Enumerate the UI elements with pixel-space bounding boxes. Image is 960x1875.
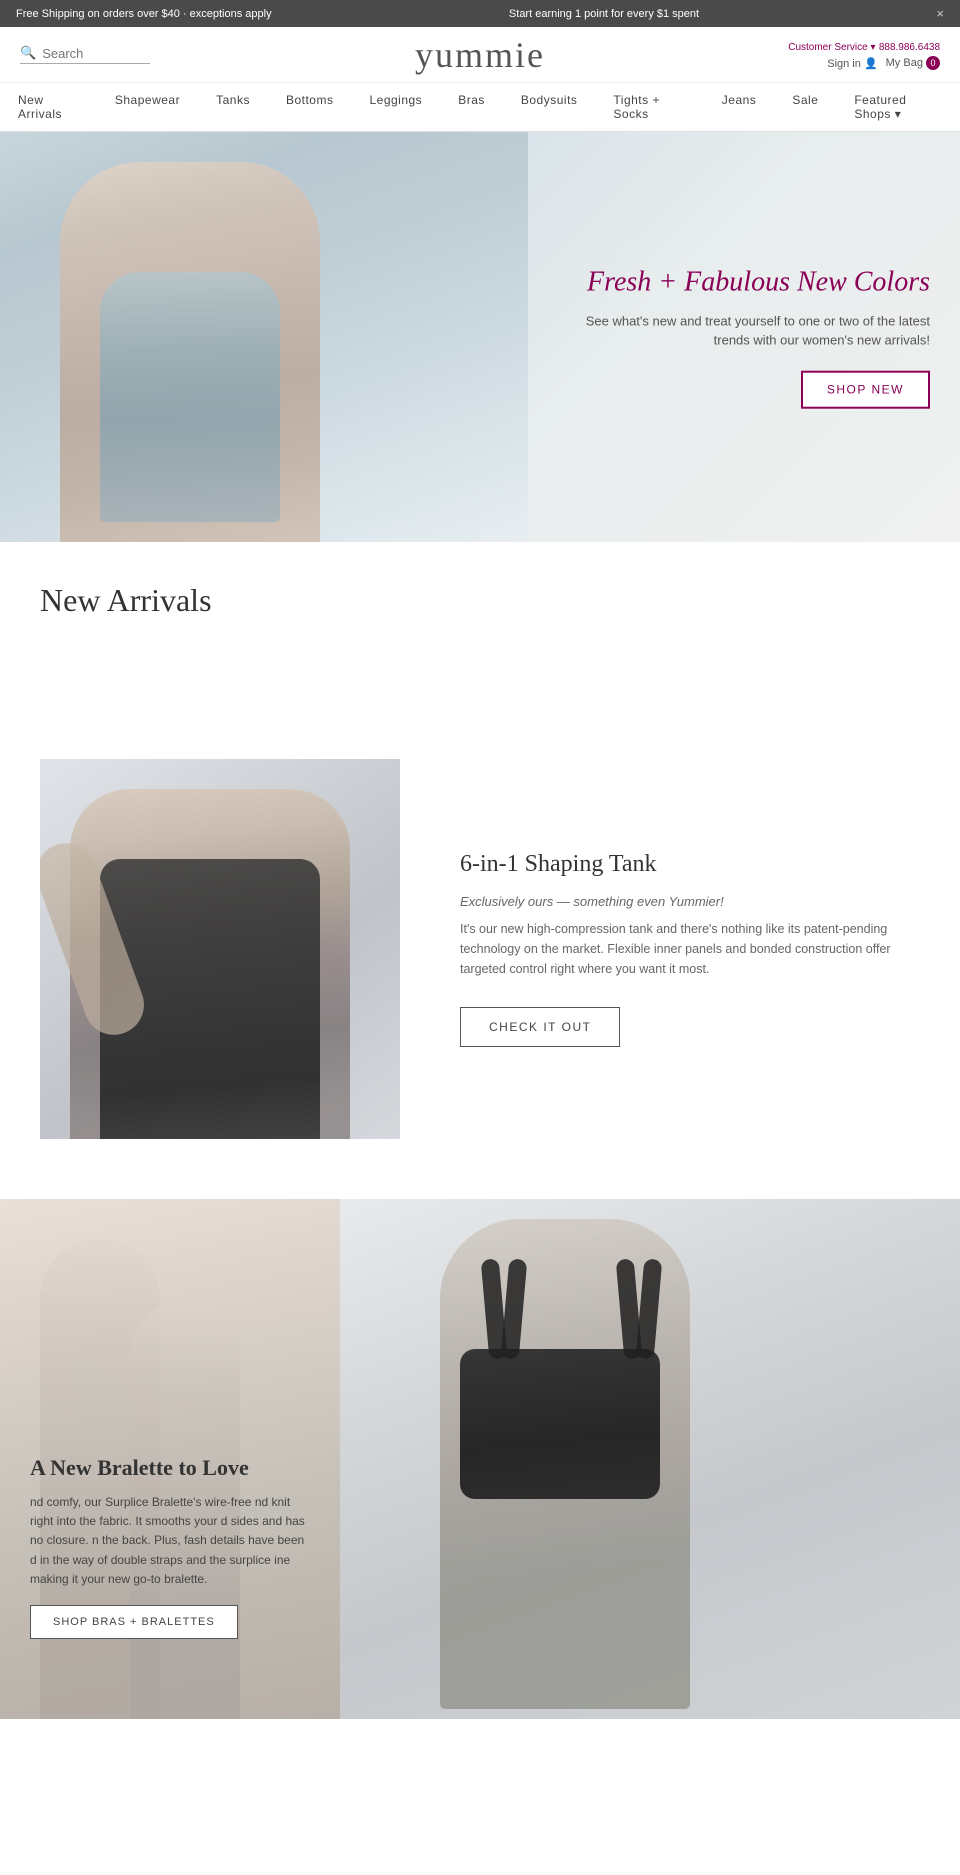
- bralette-left-image: A New Bralette to Love nd comfy, our Sur…: [0, 1199, 340, 1719]
- hero-subtext: See what's new and treat yourself to one…: [550, 311, 930, 350]
- nav-sale[interactable]: Sale: [774, 83, 836, 117]
- customer-service: Customer Service ▾ 888.986.6438: [788, 39, 940, 53]
- signin-link[interactable]: Sign in 👤: [827, 57, 877, 70]
- announcement-bar: Free Shipping on orders over $40 · excep…: [0, 0, 960, 27]
- product-feature-section: 6-in-1 Shaping Tank Exclusively ours — s…: [0, 699, 960, 1199]
- header-right: Customer Service ▾ 888.986.6438 Sign in …: [788, 39, 940, 70]
- bralette-title: A New Bralette to Love: [30, 1455, 310, 1481]
- search-input[interactable]: [42, 46, 142, 61]
- brand-logo[interactable]: yummie: [415, 34, 545, 76]
- nav-jeans[interactable]: Jeans: [704, 83, 775, 117]
- bralette-description: nd comfy, our Surplice Bralette's wire-f…: [30, 1493, 310, 1589]
- product-info: 6-in-1 Shaping Tank Exclusively ours — s…: [460, 851, 920, 1047]
- announcement-right: Start earning 1 point for every $1 spent: [509, 8, 699, 20]
- nav-shapewear[interactable]: Shapewear: [97, 83, 198, 117]
- nav-leggings[interactable]: Leggings: [351, 83, 440, 117]
- nav-featured-shops[interactable]: Featured Shops ▾: [836, 83, 960, 131]
- hero-banner: Fresh + Fabulous New Colors See what's n…: [0, 132, 960, 542]
- nav-bras[interactable]: Bras: [440, 83, 503, 117]
- bralette-right-image: [340, 1199, 960, 1719]
- announcement-left: Free Shipping on orders over $40 · excep…: [16, 8, 272, 20]
- new-arrivals-title: New Arrivals: [0, 542, 960, 639]
- auth-links: Sign in 👤 My Bag 0: [788, 56, 940, 70]
- nav-new-arrivals[interactable]: New Arrivals: [0, 83, 97, 131]
- search-bar[interactable]: 🔍: [20, 45, 150, 64]
- hero-model-image: [0, 132, 528, 542]
- bag-label: My Bag: [886, 57, 923, 69]
- new-arrivals-section: New Arrivals: [0, 542, 960, 699]
- hero-headline: Fresh + Fabulous New Colors: [550, 266, 930, 300]
- nav-tanks[interactable]: Tanks: [198, 83, 268, 117]
- nav-bottoms[interactable]: Bottoms: [268, 83, 352, 117]
- nav-bodysuits[interactable]: Bodysuits: [503, 83, 596, 117]
- bralette-text: A New Bralette to Love nd comfy, our Sur…: [30, 1455, 310, 1639]
- product-image: [40, 759, 400, 1139]
- main-nav: New Arrivals Shapewear Tanks Bottoms Leg…: [0, 83, 960, 132]
- shop-bralettes-button[interactable]: SHOP BRAS + BRALETTES: [30, 1605, 238, 1639]
- product-tagline: Exclusively ours — something even Yummie…: [460, 894, 920, 909]
- bag-count: 0: [926, 56, 940, 70]
- shop-new-button[interactable]: SHOP NEW: [801, 370, 930, 408]
- user-icon: 👤: [864, 58, 878, 70]
- bag-link[interactable]: My Bag 0: [886, 56, 940, 70]
- header: 🔍 yummie Customer Service ▾ 888.986.6438…: [0, 27, 960, 83]
- nav-tights-socks[interactable]: Tights + Socks: [595, 83, 703, 131]
- close-icon[interactable]: ×: [936, 6, 944, 21]
- check-it-out-button[interactable]: CHECK IT OUT: [460, 1007, 620, 1047]
- phone-number: 888.986.6438: [879, 42, 940, 53]
- bralette-section: A New Bralette to Love nd comfy, our Sur…: [0, 1199, 960, 1719]
- phone-label[interactable]: Customer Service ▾: [788, 42, 875, 53]
- product-name: 6-in-1 Shaping Tank: [460, 851, 920, 878]
- search-icon: 🔍: [20, 45, 36, 61]
- product-description: It's our new high-compression tank and t…: [460, 919, 920, 979]
- hero-text: Fresh + Fabulous New Colors See what's n…: [550, 266, 930, 409]
